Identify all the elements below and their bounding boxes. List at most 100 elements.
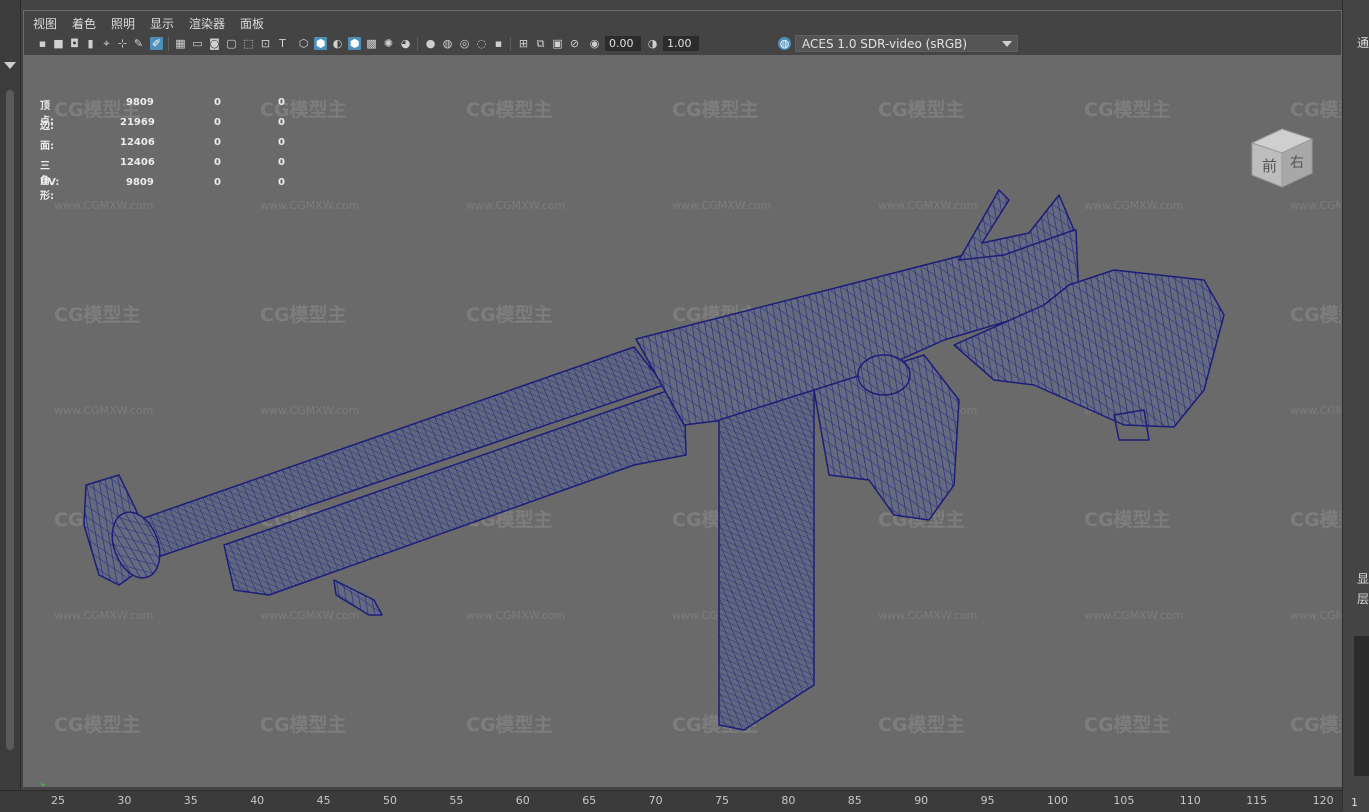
motion-blur-icon[interactable]: ◍ bbox=[441, 37, 454, 50]
ruler-tick: 65 bbox=[582, 794, 597, 807]
color-management-icon[interactable]: ◍ bbox=[778, 37, 791, 50]
depth-of-field-icon[interactable]: ◌ bbox=[475, 37, 488, 50]
antialiasing-icon[interactable]: ◎ bbox=[458, 37, 471, 50]
exposure-field[interactable]: 0.00 bbox=[605, 36, 641, 51]
hud-label: UV: bbox=[40, 177, 60, 188]
wireframe-pen-icon[interactable]: ✐ bbox=[150, 37, 163, 50]
paint-icon[interactable]: ✎ bbox=[132, 37, 145, 50]
right-layer-label[interactable]: 层 bbox=[1357, 590, 1369, 607]
magazine bbox=[718, 389, 815, 731]
svg-text:y: y bbox=[40, 780, 44, 787]
left-tool-strip bbox=[0, 0, 21, 811]
wireframe-on-shaded-icon[interactable]: ⬢ bbox=[348, 37, 361, 50]
gamma-icon[interactable]: ◑ bbox=[646, 37, 659, 50]
hud-value: 21969 bbox=[120, 117, 155, 128]
film-gate-icon[interactable]: ⊹ bbox=[116, 37, 129, 50]
safe-action-icon[interactable]: ⬚ bbox=[242, 37, 255, 50]
ruler-tick: 120 bbox=[1312, 794, 1334, 807]
xray-active-icon[interactable]: ▣ bbox=[551, 37, 564, 50]
xray-joints-icon[interactable]: ⧉ bbox=[534, 37, 547, 50]
wireframe-cube-icon[interactable]: ⬡ bbox=[297, 37, 310, 50]
right-tab-label[interactable]: 通 bbox=[1357, 34, 1369, 51]
ruler-tick: 115 bbox=[1246, 794, 1268, 807]
hud-value: 0 bbox=[278, 97, 285, 108]
gamma-field[interactable]: 1.00 bbox=[663, 36, 699, 51]
viewcube-front-label[interactable]: 前 bbox=[1262, 157, 1277, 175]
left-scrollbar[interactable] bbox=[6, 90, 14, 750]
exposure-icon[interactable]: ◉ bbox=[588, 37, 601, 50]
text-icon[interactable]: T bbox=[276, 37, 289, 50]
ruler-tick: 25 bbox=[51, 794, 65, 807]
menu-panels[interactable]: 面板 bbox=[240, 15, 264, 32]
hud-value: 0 bbox=[214, 177, 221, 188]
ruler-tick: 55 bbox=[449, 794, 464, 807]
ruler-tick: 80 bbox=[781, 794, 796, 807]
right-display-label[interactable]: 显 bbox=[1357, 570, 1369, 587]
right-side-panel: 通 显 层 1 bbox=[1342, 0, 1369, 811]
right-layer-list[interactable] bbox=[1354, 636, 1369, 776]
resolution-gate-icon[interactable]: ▭ bbox=[191, 37, 204, 50]
color-space-dropdown[interactable]: ACES 1.0 SDR-video (sRGB) bbox=[795, 35, 1018, 52]
wireframe-model[interactable] bbox=[24, 55, 1341, 786]
ruler-tick: 60 bbox=[515, 794, 530, 807]
show-grid-icon[interactable]: ▦ bbox=[174, 37, 187, 50]
viewcube[interactable]: 前 右 bbox=[1250, 127, 1314, 189]
hud-value: 0 bbox=[278, 157, 285, 168]
backface-icon[interactable]: ⊘ bbox=[568, 37, 581, 50]
bookmark-icon[interactable]: ◘ bbox=[68, 37, 81, 50]
ruler-tick: 90 bbox=[914, 794, 929, 807]
isolate-select-icon[interactable]: ▪ bbox=[492, 37, 505, 50]
ruler-tick: 35 bbox=[183, 794, 198, 807]
menu-shading[interactable]: 着色 bbox=[72, 15, 96, 32]
ruler-tick: 70 bbox=[648, 794, 663, 807]
panel-menubar: 视图 着色 照明 显示 渲染器 面板 bbox=[24, 11, 1341, 33]
hud-value: 0 bbox=[214, 97, 221, 108]
shadows-icon[interactable]: ◕ bbox=[399, 37, 412, 50]
viewport-panel: 视图 着色 照明 显示 渲染器 面板 ▪ ■ ◘ ▮ ⌖ ⊹ ✎ ✐ ▦ ▭ ◙… bbox=[23, 10, 1342, 787]
svg-text:z: z bbox=[50, 786, 54, 787]
time-ruler[interactable]: 25 30 35 40 45 50 55 60 65 70 75 80 85 90 95 100 105 110 1… bbox=[0, 790, 1342, 812]
ruler-tick: 110 bbox=[1179, 794, 1201, 807]
textured-icon[interactable]: ▩ bbox=[365, 37, 378, 50]
camera-attributes-icon[interactable]: ■ bbox=[52, 37, 65, 50]
ruler-tick: 45 bbox=[316, 794, 331, 807]
hud-value: 0 bbox=[278, 137, 285, 148]
hud-value: 0 bbox=[214, 157, 221, 168]
color-space-value: ACES 1.0 SDR-video (sRGB) bbox=[802, 37, 968, 51]
right-frame-number: 1 bbox=[1351, 796, 1358, 809]
smooth-shade-icon[interactable]: ⬢ bbox=[314, 37, 327, 50]
ruler-tick: 95 bbox=[980, 794, 995, 807]
ruler-tick: 30 bbox=[117, 794, 132, 807]
lighting-icon[interactable]: ✺ bbox=[382, 37, 395, 50]
field-chart-icon[interactable]: ▢ bbox=[225, 37, 238, 50]
collapse-arrow-icon[interactable] bbox=[4, 62, 16, 69]
foregrip-lever bbox=[333, 579, 383, 616]
viewcube-right-label[interactable]: 右 bbox=[1290, 155, 1304, 171]
menu-show[interactable]: 显示 bbox=[150, 15, 174, 32]
menu-renderer[interactable]: 渲染器 bbox=[189, 15, 225, 32]
screen-space-ao-icon[interactable]: ● bbox=[424, 37, 437, 50]
hud-value: 12406 bbox=[120, 157, 155, 168]
ruler-tick: 40 bbox=[250, 794, 265, 807]
viewport-canvas[interactable]: CG模型主 www.CGMXW.com CG模型主 www.CGMXW.com CG模型… bbox=[24, 55, 1341, 786]
ruler-tick: 85 bbox=[847, 794, 862, 807]
select-camera-icon[interactable]: ▪ bbox=[36, 37, 49, 50]
grid-icon[interactable]: ⌖ bbox=[100, 37, 113, 50]
xray-icon[interactable]: ⊞ bbox=[517, 37, 530, 50]
menu-view[interactable]: 视图 bbox=[33, 15, 57, 32]
hud-value: 0 bbox=[278, 117, 285, 128]
gate-mask-icon[interactable]: ◙ bbox=[208, 37, 221, 50]
hud-value: 0 bbox=[278, 177, 285, 188]
default-material-icon[interactable]: ◐ bbox=[331, 37, 344, 50]
menu-lighting[interactable]: 照明 bbox=[111, 15, 135, 32]
image-plane-icon[interactable]: ▮ bbox=[84, 37, 97, 50]
safe-title-icon[interactable]: ⊡ bbox=[259, 37, 272, 50]
hud-label: 面: bbox=[40, 141, 54, 152]
hud-value: 0 bbox=[214, 137, 221, 148]
hud-label: 边: bbox=[40, 121, 54, 132]
panel-toolbar: ▪ ■ ◘ ▮ ⌖ ⊹ ✎ ✐ ▦ ▭ ◙ ▢ ⬚ ⊡ T ⬡ ⬢ ◐ ⬢ ▩ … bbox=[24, 33, 1341, 56]
axis-gizmo-icon: y x z bbox=[40, 780, 54, 787]
ruler-tick: 100 bbox=[1047, 794, 1068, 807]
hud-value: 0 bbox=[214, 117, 221, 128]
ruler-tick: 75 bbox=[715, 794, 729, 807]
